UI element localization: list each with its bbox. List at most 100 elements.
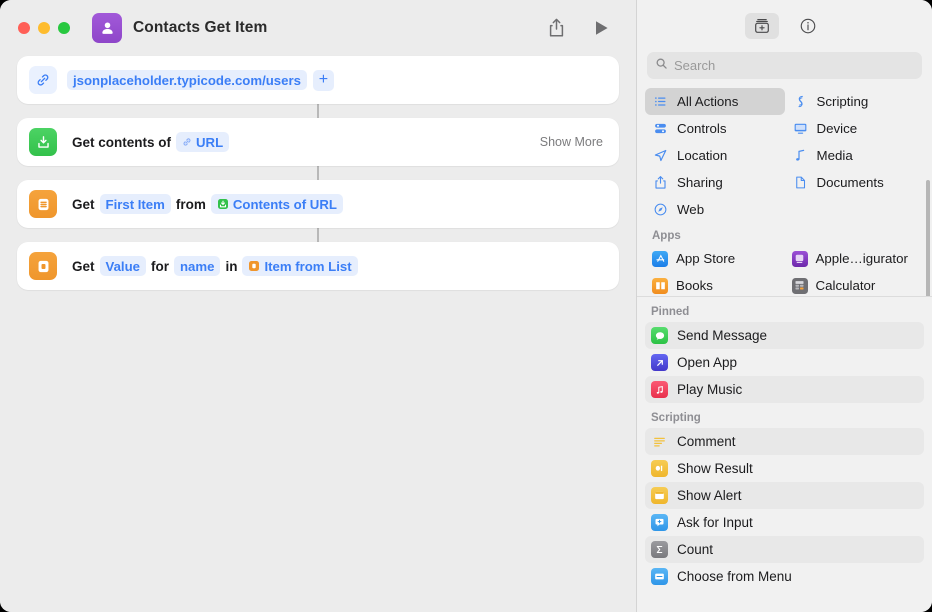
- url-value-token[interactable]: jsonplaceholder.typicode.com/users: [67, 70, 307, 90]
- sidebar-item-books[interactable]: Books: [645, 272, 785, 296]
- location-icon: [652, 147, 669, 164]
- list-item-choose-from-menu[interactable]: Choose from Menu: [645, 563, 924, 590]
- list-item-send-message[interactable]: Send Message: [645, 322, 924, 349]
- sidebar-item-location[interactable]: Location: [645, 142, 785, 169]
- list-item-open-app[interactable]: Open App: [645, 349, 924, 376]
- action-word: from: [176, 197, 206, 212]
- action-card-get-item-from-list[interactable]: Get First Item from Contents of U: [17, 180, 619, 228]
- action-word: in: [225, 259, 237, 274]
- contacts-person-icon: [92, 13, 122, 43]
- key-name-token[interactable]: name: [174, 256, 220, 276]
- shortcut-editor-pane: Contacts Get Item: [0, 0, 636, 612]
- show-more-button[interactable]: Show More: [540, 135, 607, 149]
- link-icon: [182, 137, 192, 147]
- list-item-ask-for-input[interactable]: Ask for Input: [645, 509, 924, 536]
- list-item-play-music[interactable]: Play Music: [645, 376, 924, 403]
- show-result-icon: [651, 460, 668, 477]
- sidebar-item-app-store[interactable]: App Store: [645, 245, 785, 272]
- share-icon[interactable]: [546, 17, 566, 39]
- item-from-list-variable-token[interactable]: Item from List: [242, 256, 357, 276]
- list-item-show-alert[interactable]: Show Alert: [645, 482, 924, 509]
- list-icon: [29, 190, 57, 218]
- search-icon: [655, 57, 668, 75]
- add-url-button[interactable]: +: [313, 70, 334, 91]
- zoom-button[interactable]: [58, 22, 70, 34]
- app-store-icon: [652, 251, 668, 267]
- close-button[interactable]: [18, 22, 30, 34]
- sidebar-item-label: Controls: [677, 121, 727, 136]
- sidebar-item-apple-configurator[interactable]: Apple…igurator: [785, 245, 925, 272]
- list-item-label: Play Music: [677, 382, 742, 397]
- info-icon[interactable]: [791, 13, 825, 39]
- scripting-icon: [792, 93, 809, 110]
- categories-scrollbar[interactable]: [926, 180, 930, 296]
- sidebar-item-label: Books: [676, 278, 713, 293]
- variable-token-label: Contents of URL: [233, 197, 337, 212]
- list-item-comment[interactable]: Comment: [645, 428, 924, 455]
- sidebar-item-scripting[interactable]: Scripting: [785, 88, 925, 115]
- comment-icon: [651, 433, 668, 450]
- sidebar-item-calculator[interactable]: Calculator: [785, 272, 925, 296]
- list-item-label: Show Alert: [677, 488, 742, 503]
- action-connector: [17, 228, 619, 242]
- action-card-get-dictionary-value[interactable]: Get Value for name in Item from List: [17, 242, 619, 290]
- action-word: for: [151, 259, 169, 274]
- page-title: Contacts Get Item: [133, 19, 267, 37]
- link-icon: [29, 66, 57, 94]
- window-titlebar: Contacts Get Item: [0, 0, 636, 56]
- list-item-label: Choose from Menu: [677, 569, 792, 584]
- scripting-section-label: Scripting: [645, 403, 924, 428]
- action-card-url-text: jsonplaceholder.typicode.com/users +: [67, 70, 334, 91]
- sidebar-item-device[interactable]: Device: [785, 115, 925, 142]
- search-container: [637, 52, 932, 88]
- share-icon: [652, 174, 669, 191]
- sidebar-item-label: Sharing: [677, 175, 723, 190]
- play-icon[interactable]: [592, 17, 612, 39]
- url-parameter-token[interactable]: URL: [176, 132, 229, 152]
- list-item-label: Show Result: [677, 461, 753, 476]
- sidebar-item-label: Apple…igurator: [816, 251, 908, 266]
- sidebar-item-label: Calculator: [816, 278, 876, 293]
- action-library-icon[interactable]: [745, 13, 779, 39]
- item-index-token[interactable]: First Item: [100, 194, 171, 214]
- action-word: Get contents of: [72, 135, 171, 150]
- apple-configurator-icon: [792, 251, 808, 267]
- sidebar-item-label: All Actions: [677, 94, 738, 109]
- sidebar-item-sharing[interactable]: Sharing: [645, 169, 785, 196]
- show-alert-icon: [651, 487, 668, 504]
- list-item-label: Count: [677, 542, 713, 557]
- sidebar-toolbar: [637, 0, 932, 52]
- calculator-icon: [792, 278, 808, 294]
- sidebar-item-all-actions[interactable]: All Actions: [645, 88, 785, 115]
- search-input[interactable]: [674, 58, 914, 73]
- action-word: Get: [72, 197, 95, 212]
- document-icon: [792, 174, 809, 191]
- sidebar-item-controls[interactable]: Controls: [645, 115, 785, 142]
- action-card-get-value-text: Get Value for name in Item from List: [67, 256, 358, 276]
- shortcuts-window: Contacts Get Item: [0, 0, 932, 612]
- sidebar-item-label: Web: [677, 202, 704, 217]
- device-icon: [792, 120, 809, 137]
- open-app-icon: [651, 354, 668, 371]
- books-icon: [652, 278, 668, 294]
- contents-of-url-variable-token[interactable]: Contents of URL: [211, 194, 343, 214]
- sidebar-item-media[interactable]: Media: [785, 142, 925, 169]
- apps-section-label: Apps: [645, 223, 924, 245]
- workflow-actions-list: jsonplaceholder.typicode.com/users + Get…: [0, 56, 636, 290]
- list-item-count[interactable]: Count: [645, 536, 924, 563]
- categories-grid: All Actions Scripting: [641, 88, 928, 296]
- minimize-button[interactable]: [38, 22, 50, 34]
- sidebar-item-label: Device: [817, 121, 858, 136]
- sidebar-item-web[interactable]: Web: [645, 196, 785, 223]
- messages-icon: [651, 327, 668, 344]
- action-card-get-contents-of-url[interactable]: Get contents of URL Show More: [17, 118, 619, 166]
- action-connector: [17, 166, 619, 180]
- list-item-label: Ask for Input: [677, 515, 753, 530]
- sidebar-item-label: App Store: [676, 251, 735, 266]
- sidebar-item-label: Scripting: [817, 94, 869, 109]
- list-item-show-result[interactable]: Show Result: [645, 455, 924, 482]
- value-type-token[interactable]: Value: [100, 256, 146, 276]
- sidebar-item-documents[interactable]: Documents: [785, 169, 925, 196]
- action-card-url[interactable]: jsonplaceholder.typicode.com/users +: [17, 56, 619, 104]
- search-box[interactable]: [647, 52, 922, 79]
